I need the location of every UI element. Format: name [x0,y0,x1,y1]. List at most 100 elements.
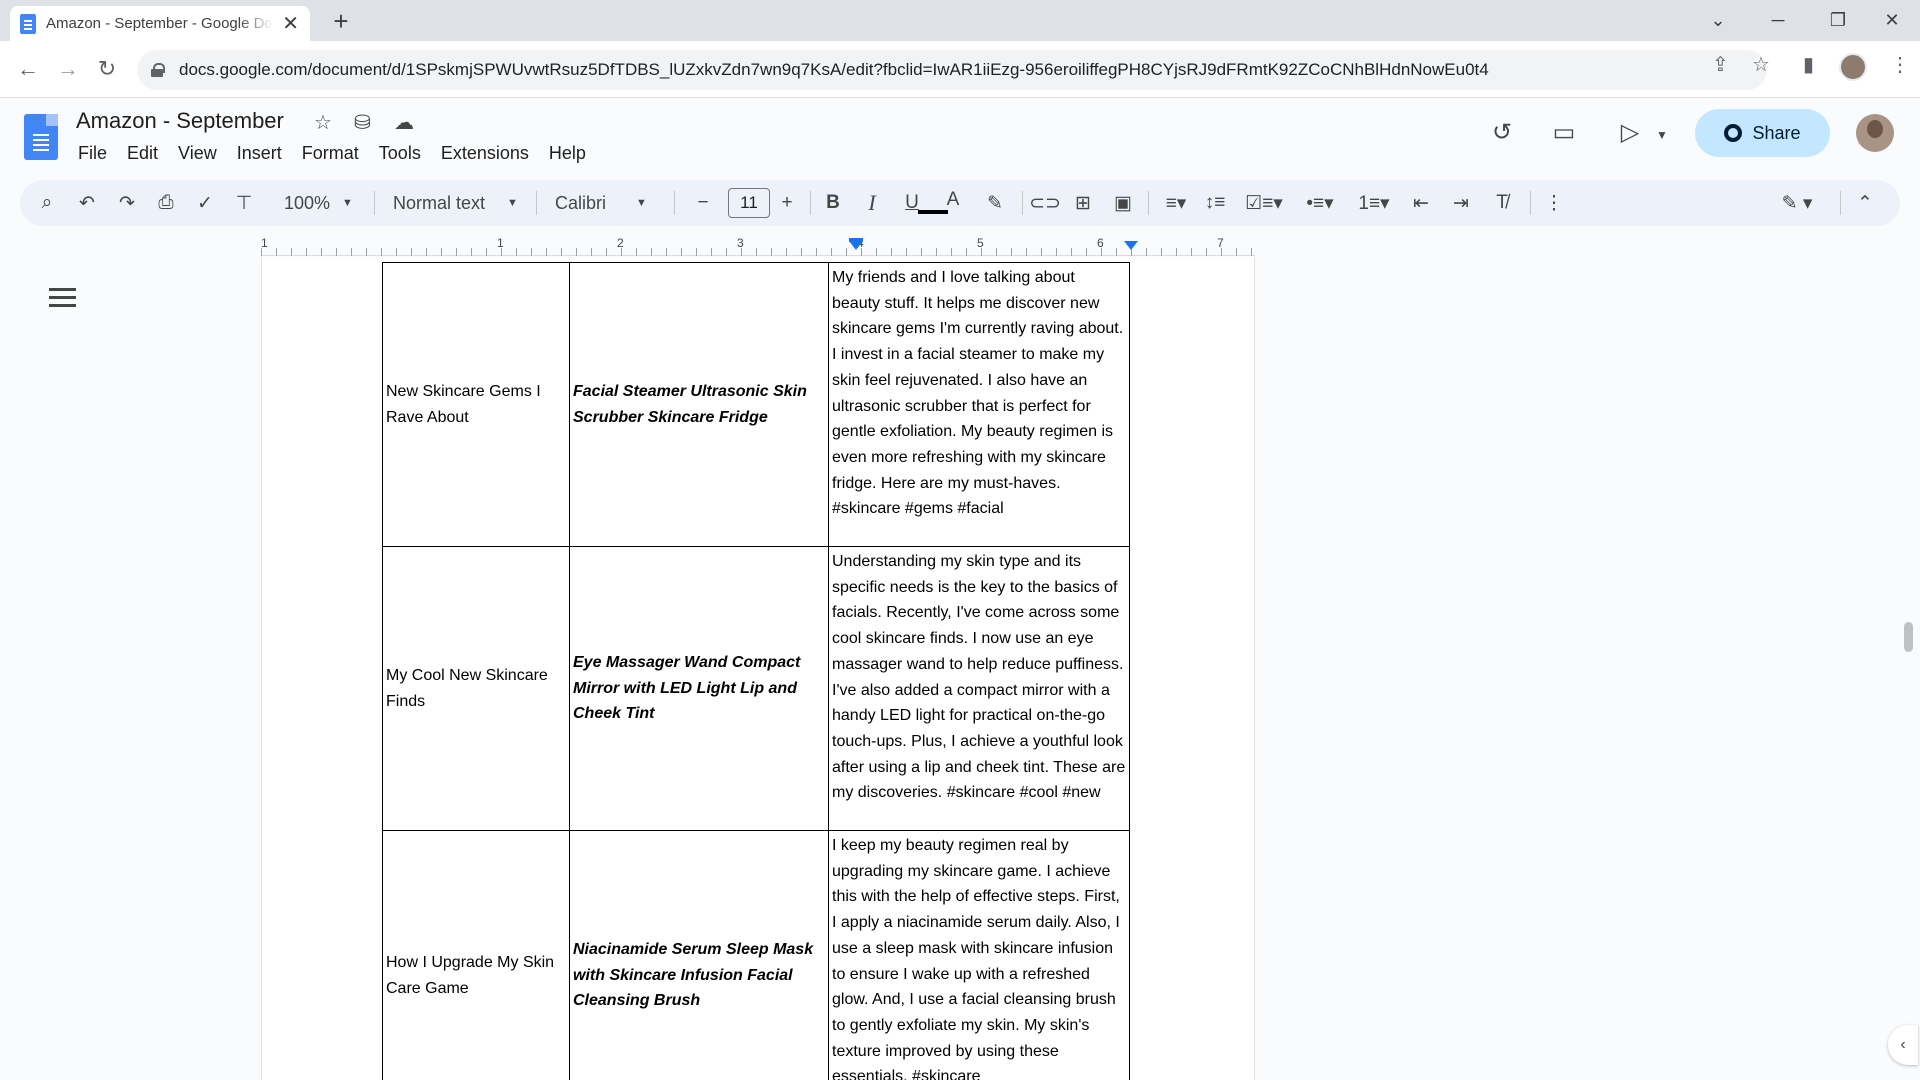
menu-file[interactable]: File [68,141,117,166]
address-bar-row: ← → ↻ docs.google.com/document/d/1SPskmj… [0,41,1920,98]
underline-icon[interactable]: U [897,180,927,226]
browser-tab-strip: Amazon - September - Google Docs ✕ + ⌄ ─… [0,0,1920,41]
text-color-icon[interactable]: A [938,177,968,223]
video-camera-icon[interactable]: ▷ [1612,118,1648,147]
document-page[interactable]: New Skincare Gems I Rave About Facial St… [261,257,1255,1080]
bold-icon[interactable]: B [818,180,848,226]
meet-dropdown-icon[interactable]: ▼ [1644,128,1680,142]
numbered-list-icon[interactable]: 1≡▾ [1350,180,1398,226]
url-bar[interactable]: docs.google.com/document/d/1SPskmjSPWUvw… [137,50,1767,90]
line-spacing-icon[interactable]: ↕≡ [1200,180,1230,226]
menu-format[interactable]: Format [292,141,369,166]
toolbar-divider [810,191,811,215]
caption-cell[interactable]: I keep my beauty regimen real by upgradi… [828,830,1130,1080]
products-cell[interactable]: Niacinamide Serum Sleep Mask with Skinca… [569,830,829,1080]
cloud-saved-icon[interactable]: ☁ [394,110,414,135]
clear-formatting-icon[interactable]: T̸ [1487,180,1517,226]
table-row: My Cool New Skincare Finds Eye Massager … [382,546,1130,831]
checklist-icon[interactable]: ☑≡▾ [1240,180,1288,226]
bookmark-star-icon[interactable]: ☆ [1752,52,1770,77]
ruler-label: 5 [977,236,984,250]
spellcheck-icon[interactable]: ✓ [190,180,220,226]
products-cell[interactable]: Facial Steamer Ultrasonic Skin Scrubber … [569,262,829,547]
more-options-icon[interactable]: ⋮ [1539,180,1569,226]
browser-tab[interactable]: Amazon - September - Google Docs ✕ [10,6,310,41]
caption-cell[interactable]: Understanding my skin type and its speci… [828,546,1130,831]
document-title[interactable]: Amazon - September [76,108,284,134]
decrease-font-size-icon[interactable]: − [688,180,718,226]
hide-menus-chevron-up-icon[interactable]: ⌃ [1850,180,1880,226]
font-family-select[interactable]: Calibri ▼ [555,180,647,226]
menu-edit[interactable]: Edit [117,141,168,166]
topic-cell[interactable]: My Cool New Skincare Finds [382,546,570,831]
restore-button[interactable]: ❐ [1808,0,1868,41]
caption-cell[interactable]: My friends and I love talking about beau… [828,262,1130,547]
increase-indent-icon[interactable]: ⇥ [1446,180,1476,226]
menu-help[interactable]: Help [539,141,596,166]
new-tab-button[interactable]: + [326,6,356,36]
browser-menu-icon[interactable]: ⋮ [1890,52,1910,77]
side-panel-icon[interactable]: ▮ [1803,52,1814,77]
history-icon[interactable]: ↺ [1484,118,1520,147]
editing-mode-icon[interactable]: ✎ ▾ [1772,180,1822,226]
chevron-down-icon: ▼ [342,197,353,209]
topic-cell[interactable]: New Skincare Gems I Rave About [382,262,570,547]
chevron-down-icon: ▼ [507,197,518,209]
search-menus-icon[interactable]: ⌕ [32,180,62,226]
toolbar-divider [1530,191,1531,215]
ruler-label: 3 [737,236,744,250]
toolbar-divider [374,191,375,215]
highlight-color-icon[interactable]: ✎ [980,180,1010,226]
show-side-panel-chevron-left-icon[interactable]: ‹ [1888,1025,1918,1065]
print-icon[interactable]: ⎙ [151,180,181,226]
minimize-button[interactable]: ─ [1748,0,1808,41]
bulleted-list-icon[interactable]: •≡▾ [1296,180,1344,226]
move-to-drive-icon[interactable]: ⛁ [354,110,371,135]
comment-icon[interactable]: ▭ [1546,118,1582,147]
horizontal-ruler[interactable]: 1 1 2 3 4 5 6 7 [261,236,1255,256]
insert-image-icon[interactable]: ▣ [1108,180,1138,226]
redo-icon[interactable]: ↷ [112,180,142,226]
ruler-label: 6 [1097,236,1104,250]
font-size-input[interactable]: 11 [728,188,770,218]
close-tab-icon[interactable]: ✕ [281,11,300,36]
paint-format-icon[interactable]: ⊤ [229,180,259,226]
italic-icon[interactable]: I [857,180,887,226]
star-icon[interactable]: ☆ [314,110,332,135]
document-outline-icon[interactable] [50,288,76,308]
decrease-indent-icon[interactable]: ⇤ [1406,180,1436,226]
align-icon[interactable]: ≡▾ [1156,180,1196,226]
paragraph-style-select[interactable]: Normal text ▼ [393,180,518,226]
left-indent-marker[interactable] [849,241,863,250]
lock-icon[interactable] [151,63,165,77]
menu-extensions[interactable]: Extensions [431,141,539,166]
font-family-value: Calibri [555,192,607,213]
zoom-value: 100% [284,192,331,213]
menu-tools[interactable]: Tools [369,141,431,166]
products-cell[interactable]: Eye Massager Wand Compact Mirror with LE… [569,546,829,831]
share-button[interactable]: Share [1695,109,1830,157]
add-comment-icon[interactable]: ⊞ [1068,180,1098,226]
menu-view[interactable]: View [168,141,227,166]
undo-icon[interactable]: ↶ [72,180,102,226]
google-docs-logo[interactable] [24,114,58,160]
increase-font-size-icon[interactable]: + [772,180,802,226]
back-arrow-icon[interactable]: ← [10,51,46,87]
vertical-scrollbar-thumb[interactable] [1904,622,1913,652]
close-window-button[interactable]: ✕ [1862,0,1920,41]
share-page-icon[interactable]: ⇪ [1712,52,1729,77]
toolbar-divider [1148,191,1149,215]
topic-cell[interactable]: How I Upgrade My Skin Care Game [382,830,570,1080]
zoom-select[interactable]: 100% ▼ [284,180,353,226]
content-table[interactable]: New Skincare Gems I Rave About Facial St… [382,262,1130,1080]
toolbar-divider [536,191,537,215]
reload-icon[interactable]: ↻ [89,51,125,87]
browser-profile-avatar[interactable] [1839,53,1867,81]
insert-link-icon[interactable]: ⊂⊃ [1028,180,1062,226]
right-indent-marker[interactable] [1124,241,1138,250]
tab-search-icon[interactable]: ⌄ [1688,0,1748,41]
ruler-label: 7 [1217,236,1224,250]
menu-insert[interactable]: Insert [227,141,292,166]
account-avatar[interactable] [1856,114,1894,152]
forward-arrow-icon[interactable]: → [50,51,86,87]
